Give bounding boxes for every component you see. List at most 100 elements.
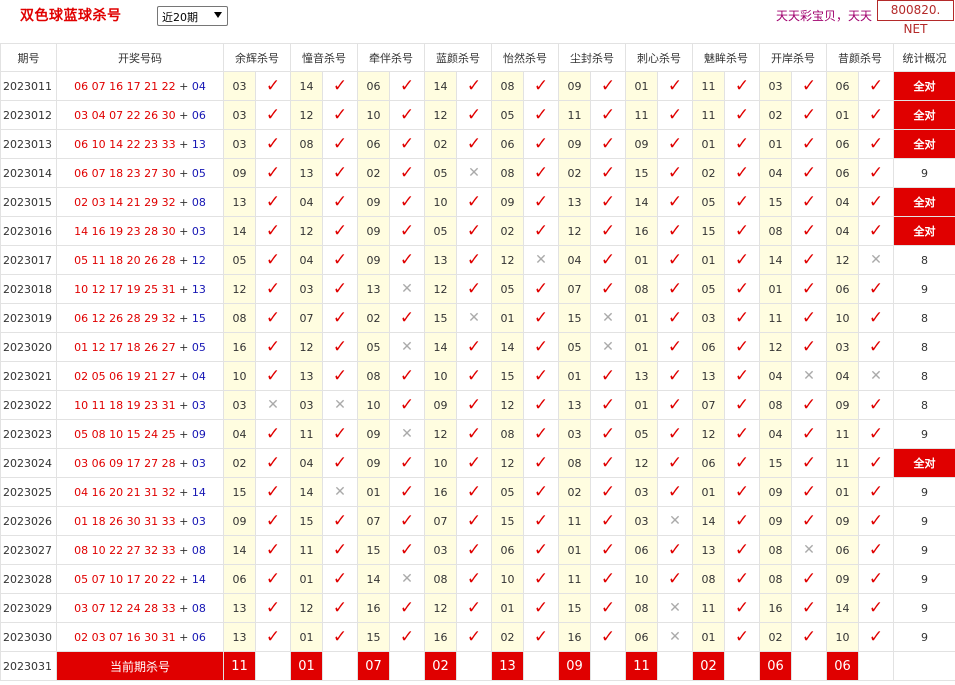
kill-number: 04 <box>826 216 859 246</box>
column-header: 统计概况 <box>893 43 955 72</box>
empty-cell <box>858 651 894 681</box>
summary-cell: 全对 <box>893 129 955 159</box>
check-icon: ✓ <box>791 100 827 130</box>
kill-number: 10 <box>424 187 457 217</box>
kill-number: 15 <box>491 361 524 391</box>
kill-number: 10 <box>826 303 859 333</box>
kill-number: 01 <box>290 564 323 594</box>
check-icon: ✓ <box>456 419 492 449</box>
issue-number: 2023015 <box>0 187 57 217</box>
check-icon: ✓ <box>322 622 358 652</box>
check-icon: ✓ <box>657 216 693 246</box>
promo-link[interactable]: 天天彩宝贝，天天 <box>776 7 886 24</box>
kill-number: 11 <box>692 71 725 101</box>
check-icon: ✓ <box>322 245 358 275</box>
kill-number: 04 <box>558 245 591 275</box>
kill-number: 04 <box>290 187 323 217</box>
kill-number: 05 <box>491 274 524 304</box>
plus-sign: + <box>179 514 192 528</box>
kill-number: 08 <box>491 419 524 449</box>
kill-number: 02 <box>692 158 725 188</box>
check-icon: ✓ <box>590 506 626 536</box>
table-row: 2023023 05 08 10 15 24 25 + 09 04 ✓ 11 ✓ 09 ✕ 12… <box>0 419 955 449</box>
red-balls: 01 12 17 18 26 27 <box>74 340 180 354</box>
period-select[interactable]: 近20期 <box>157 6 228 26</box>
check-icon: ✓ <box>791 506 827 536</box>
blue-ball: 13 <box>191 137 206 151</box>
check-icon: ✓ <box>724 361 760 391</box>
kill-number: 04 <box>759 361 792 391</box>
plus-sign: + <box>179 166 192 180</box>
check-icon: ✓ <box>255 622 291 652</box>
check-icon: ✓ <box>456 274 492 304</box>
kill-number: 12 <box>826 245 859 275</box>
kill-number: 16 <box>424 622 457 652</box>
top-bar: 双色球蓝球杀号 近20期 天天彩宝贝，天天 800820. NET <box>0 0 955 36</box>
kill-number: 11 <box>692 100 725 130</box>
kill-number: 03 <box>223 71 256 101</box>
kill-number: 13 <box>692 361 725 391</box>
summary-cell: 9 <box>893 535 955 565</box>
kill-number: 10 <box>826 622 859 652</box>
kill-number: 12 <box>290 593 323 623</box>
check-icon: ✓ <box>322 274 358 304</box>
kill-number: 05 <box>357 332 390 362</box>
kill-number: 16 <box>424 477 457 507</box>
current-kill-number: 11 <box>223 651 256 681</box>
issue-number: 2023011 <box>0 71 57 101</box>
table-row: 2023013 06 10 14 22 23 33 + 13 03 ✓ 08 ✓ 06 ✓ 02… <box>0 129 955 159</box>
kill-number: 08 <box>759 216 792 246</box>
kill-number: 12 <box>625 448 658 478</box>
kill-number: 01 <box>826 477 859 507</box>
check-icon: ✓ <box>255 187 291 217</box>
kill-number: 06 <box>826 158 859 188</box>
column-header: 憧音杀号 <box>290 43 358 72</box>
check-icon: ✓ <box>389 158 425 188</box>
empty-cell <box>389 651 425 681</box>
red-balls: 14 16 19 23 28 30 <box>74 224 180 238</box>
kill-number: 01 <box>491 303 524 333</box>
empty-cell <box>255 651 291 681</box>
kill-number: 05 <box>491 477 524 507</box>
kill-number: 05 <box>558 332 591 362</box>
check-icon: ✓ <box>523 419 559 449</box>
check-icon: ✓ <box>456 535 492 565</box>
check-icon: ✓ <box>523 361 559 391</box>
check-icon: ✓ <box>255 564 291 594</box>
kill-number: 01 <box>692 622 725 652</box>
kill-number: 12 <box>424 100 457 130</box>
kill-number: 13 <box>290 158 323 188</box>
kill-number: 02 <box>558 477 591 507</box>
kill-number: 10 <box>424 361 457 391</box>
kill-number: 03 <box>558 419 591 449</box>
blue-ball: 03 <box>191 224 206 238</box>
kill-number: 09 <box>558 129 591 159</box>
current-kill-number: 06 <box>826 651 859 681</box>
check-icon: ✓ <box>858 216 894 246</box>
summary-cell: 全对 <box>893 216 955 246</box>
check-icon: ✓ <box>657 535 693 565</box>
kill-number: 15 <box>558 303 591 333</box>
kill-number: 08 <box>424 564 457 594</box>
kill-number: 01 <box>759 274 792 304</box>
summary-cell: 8 <box>893 390 955 420</box>
kill-number: 13 <box>558 187 591 217</box>
check-icon: ✓ <box>590 622 626 652</box>
check-icon: ✓ <box>322 361 358 391</box>
kill-number: 08 <box>759 535 792 565</box>
kill-number: 13 <box>357 274 390 304</box>
table-row: 2023026 01 18 26 30 31 33 + 03 09 ✓ 15 ✓ 07 ✓ 07… <box>0 506 955 536</box>
issue-number: 2023019 <box>0 303 57 333</box>
kill-number: 06 <box>826 71 859 101</box>
check-icon: ✓ <box>523 332 559 362</box>
check-icon: ✓ <box>858 419 894 449</box>
kill-number: 09 <box>625 129 658 159</box>
plus-sign: + <box>179 398 192 412</box>
kill-number: 03 <box>290 390 323 420</box>
red-balls: 02 05 06 19 21 27 <box>74 369 180 383</box>
kill-number: 09 <box>759 477 792 507</box>
kill-number: 12 <box>424 274 457 304</box>
check-icon: ✓ <box>322 303 358 333</box>
issue-number: 2023028 <box>0 564 57 594</box>
empty-cell <box>456 651 492 681</box>
